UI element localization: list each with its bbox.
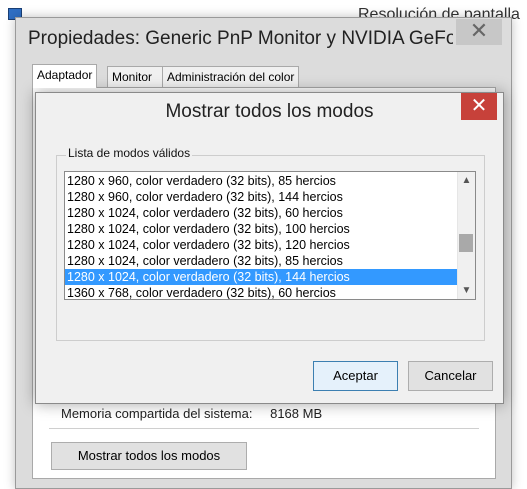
mode-list-item[interactable]: 1280 x 960, color verdadero (32 bits), 1… bbox=[65, 189, 457, 205]
mode-list-item[interactable]: 1360 x 768, color verdadero (32 bits), 6… bbox=[65, 285, 457, 299]
scroll-up-icon[interactable]: ▲ bbox=[458, 172, 475, 189]
vertical-scrollbar[interactable]: ▲ ▼ bbox=[457, 172, 475, 299]
divider bbox=[49, 428, 479, 429]
shared-memory-label: Memoria compartida del sistema: bbox=[61, 406, 253, 421]
mode-list-item[interactable]: 1280 x 960, color verdadero (32 bits), 8… bbox=[65, 173, 457, 189]
list-all-modes-button[interactable]: Mostrar todos los modos bbox=[51, 442, 247, 470]
properties-window-title: Propiedades: Generic PnP Monitor y NVIDI… bbox=[28, 28, 453, 49]
modes-list: 1280 x 960, color verdadero (32 bits), 8… bbox=[65, 173, 457, 299]
dialog-title: Mostrar todos los modos bbox=[165, 101, 374, 122]
mode-list-item[interactable]: 1280 x 1024, color verdadero (32 bits), … bbox=[65, 237, 457, 253]
dialog-close-button[interactable]: ✕ bbox=[461, 93, 497, 120]
mode-list-item-selected[interactable]: 1280 x 1024, color verdadero (32 bits), … bbox=[65, 269, 457, 285]
valid-modes-group-label: Lista de modos válidos bbox=[66, 146, 193, 160]
mode-list-item[interactable]: 1280 x 1024, color verdadero (32 bits), … bbox=[65, 253, 457, 269]
mode-list-item[interactable]: 1280 x 1024, color verdadero (32 bits), … bbox=[65, 221, 457, 237]
tab-monitor[interactable]: Monitor bbox=[107, 66, 163, 87]
shared-memory-value: 8168 MB bbox=[270, 406, 323, 421]
modes-listbox[interactable]: 1280 x 960, color verdadero (32 bits), 8… bbox=[64, 171, 476, 300]
dialog-titlebar: Mostrar todos los modos ✕ bbox=[36, 93, 503, 129]
properties-close-button[interactable]: ✕ bbox=[456, 19, 502, 45]
scroll-thumb[interactable] bbox=[459, 234, 473, 252]
shared-memory-row: Memoria compartida del sistema: 8168 MB bbox=[61, 406, 322, 421]
tab-adaptador[interactable]: Adaptador bbox=[32, 64, 98, 88]
ok-button[interactable]: Aceptar bbox=[313, 361, 398, 391]
tab-color-management[interactable]: Administración del color bbox=[162, 66, 300, 87]
cancel-button[interactable]: Cancelar bbox=[408, 361, 493, 391]
list-all-modes-dialog: Mostrar todos los modos ✕ Lista de modos… bbox=[35, 92, 504, 404]
mode-list-item[interactable]: 1280 x 1024, color verdadero (32 bits), … bbox=[65, 205, 457, 221]
scroll-down-icon[interactable]: ▼ bbox=[458, 282, 475, 299]
